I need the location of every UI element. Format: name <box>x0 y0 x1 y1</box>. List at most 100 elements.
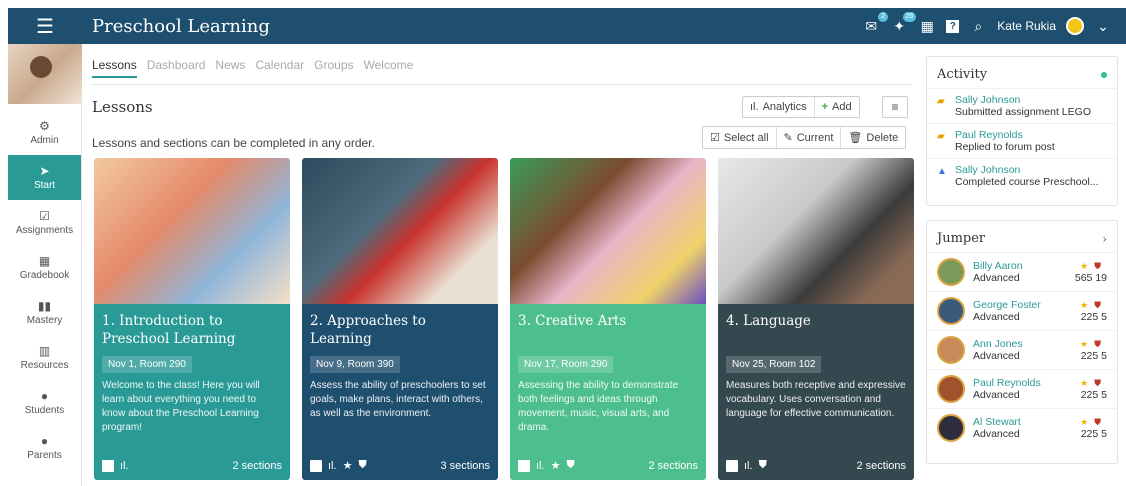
page-subtitle: Lessons and sections can be completed in… <box>92 136 375 150</box>
chevron-right-icon[interactable]: › <box>1102 232 1107 246</box>
sidebar-item-mastery[interactable]: ▮▮ Mastery <box>8 290 81 335</box>
select-all-button[interactable]: ☑ Select all <box>703 127 777 148</box>
lesson-footer: ıl. ★ ⛊ 2 sections <box>518 459 698 472</box>
lesson-card[interactable]: 3. Creative Arts Nov 17, Room 290 Assess… <box>510 158 706 480</box>
lesson-body: 4. Language Nov 25, Room 102 Measures bo… <box>718 304 914 480</box>
lesson-body: 2. Approaches to Learning Nov 9, Room 39… <box>302 304 498 480</box>
sidebar-item-admin[interactable]: ⚙ Admin <box>8 110 81 155</box>
star-shield-icons: ★⛊ <box>1080 377 1107 388</box>
current-button[interactable]: ✎ Current <box>777 127 842 148</box>
list-view-icon[interactable]: ≡ <box>882 96 908 118</box>
sidebar-item-gradebook[interactable]: ▦ Gradebook <box>8 245 81 290</box>
jumper-name[interactable]: George Foster <box>973 299 1080 311</box>
lesson-description: Assess the ability of preschoolers to se… <box>310 380 486 419</box>
sidebar-item-assignments[interactable]: ☑ Assignments <box>8 200 81 245</box>
current-label: Current <box>796 131 834 144</box>
jumper-badges: 5 <box>1101 388 1107 401</box>
jumper-badges: 19 <box>1095 271 1107 284</box>
activity-title: Activity <box>937 67 988 82</box>
bars-icon: ▮▮ <box>37 299 52 313</box>
lesson-checkbox[interactable] <box>518 459 530 472</box>
jumper-badges: 5 <box>1101 349 1107 362</box>
chevron-down-icon[interactable]: ⌄ <box>1094 18 1112 35</box>
calendar-icon[interactable]: ▦ <box>918 18 936 35</box>
activity-item[interactable]: ▲ Sally Johnson Completed course Preschoo… <box>927 158 1117 193</box>
lesson-body: 1. Introduction to Preschool Learning No… <box>94 304 290 480</box>
select-all-label: Select all <box>723 131 769 144</box>
notification-icon[interactable]: ✉ 2 <box>862 11 889 35</box>
lesson-card[interactable]: 4. Language Nov 25, Room 102 Measures bo… <box>718 158 914 480</box>
jumper-item[interactable]: George Foster Advanced ★⛊ 225 5 <box>927 291 1117 330</box>
lesson-date: Nov 9, Room 390 <box>310 356 400 373</box>
user-name[interactable]: Kate Rukia <box>997 19 1056 33</box>
jumper-item[interactable]: Paul Reynolds Advanced ★⛊ 225 5 <box>927 369 1117 408</box>
lesson-body: 3. Creative Arts Nov 17, Room 290 Assess… <box>510 304 706 480</box>
gear-icon: ⚙ <box>39 119 50 133</box>
user-avatar[interactable] <box>1066 17 1084 35</box>
jumper-item[interactable]: Al Stewart Advanced ★⛊ 225 5 <box>927 408 1117 447</box>
jumper-points: 225 <box>1080 310 1099 323</box>
lesson-card[interactable]: 2. Approaches to Learning Nov 9, Room 39… <box>302 158 498 480</box>
sidebar-item-parents[interactable]: ● Parents <box>8 425 81 470</box>
jumper-points: 225 <box>1080 349 1099 362</box>
jumper-name[interactable]: Ann Jones <box>973 338 1080 350</box>
analytics-button[interactable]: ıl. Analytics <box>743 97 815 117</box>
lesson-checkbox[interactable] <box>310 459 322 472</box>
search-icon[interactable]: ⌕ <box>969 18 987 35</box>
main-content: Lessons Dashboard News Calendar Groups W… <box>82 44 918 486</box>
pin-icon[interactable]: ✦ 26 <box>890 11 917 35</box>
lesson-checkbox[interactable] <box>726 459 738 472</box>
sidebar-item-label: Students <box>24 405 65 416</box>
sidebar-item-students[interactable]: ● Students <box>8 380 81 425</box>
sidebar-item-label: Start <box>33 180 56 191</box>
delete-button[interactable]: 🗑 Delete <box>841 127 905 148</box>
analytics-add-group: ıl. Analytics + Add <box>742 96 860 118</box>
avatar <box>937 336 965 364</box>
tab-lessons[interactable]: Lessons <box>92 58 137 78</box>
books-icon: ▥ <box>38 344 51 358</box>
add-button[interactable]: + Add <box>815 97 859 117</box>
jumper-name[interactable]: Paul Reynolds <box>973 377 1080 389</box>
jumper-name[interactable]: Al Stewart <box>973 416 1080 428</box>
activity-text: Completed course Preschool... <box>955 176 1099 188</box>
section-count: 2 sections <box>232 460 282 472</box>
tab-dashboard[interactable]: Dashboard <box>147 58 206 78</box>
sidebar: ⚙ Admin ➤ Start ☑ Assignments ▦ Gradeboo… <box>8 44 82 486</box>
activity-user[interactable]: Sally Johnson <box>955 94 1105 106</box>
jumper-title: Jumper <box>937 231 986 246</box>
trash-icon: 🗑 <box>848 132 863 144</box>
pin-icon: ✎ <box>783 132 793 144</box>
star-shield-icons: ★⛊ <box>1080 338 1107 349</box>
status-dot-icon <box>1101 71 1107 78</box>
avatar <box>937 375 965 403</box>
shield-icon: ⛊ <box>358 459 367 471</box>
activity-user[interactable]: Sally Johnson <box>955 164 1105 176</box>
tab-news[interactable]: News <box>215 58 245 78</box>
comment-icon: ▰ <box>937 96 945 107</box>
jumper-name[interactable]: Billy Aaron <box>973 260 1075 272</box>
lesson-card[interactable]: 1. Introduction to Preschool Learning No… <box>94 158 290 480</box>
tab-welcome[interactable]: Welcome <box>364 58 414 78</box>
delete-label: Delete <box>866 131 899 144</box>
lesson-checkbox[interactable] <box>102 460 114 472</box>
section-count: 2 sections <box>856 459 906 472</box>
top-bar: ☰ Preschool Learning ✉ 2 ✦ 26 ▦ ? ⌕ Kate R… <box>8 8 1126 44</box>
sidebar-item-start[interactable]: ➤ Start <box>8 155 81 200</box>
lesson-footer: ıl. ⛊ 2 sections <box>726 459 906 472</box>
hamburger-menu-icon[interactable]: ☰ <box>8 8 82 44</box>
jumper-item[interactable]: Ann Jones Advanced ★⛊ 225 5 <box>927 330 1117 369</box>
help-icon[interactable]: ? <box>946 19 960 33</box>
sidebar-item-label: Assignments <box>15 225 74 236</box>
star-shield-icons: ★⛊ <box>1080 299 1107 310</box>
comment-icon: ▰ <box>937 131 945 142</box>
activity-user[interactable]: Paul Reynolds <box>955 129 1105 141</box>
sidebar-item-resources[interactable]: ▥ Resources <box>8 335 81 380</box>
tab-calendar[interactable]: Calendar <box>255 58 304 78</box>
tab-groups[interactable]: Groups <box>314 58 353 78</box>
pin-badge: 26 <box>902 11 917 22</box>
jumper-item[interactable]: Billy Aaron Advanced ★⛊ 565 19 <box>927 252 1117 291</box>
star-shield-icons: ★⛊ <box>1080 260 1107 271</box>
activity-item[interactable]: ▰ Sally Johnson Submitted assignment LEGO <box>927 88 1117 123</box>
activity-item[interactable]: ▰ Paul Reynolds Replied to forum post <box>927 123 1117 158</box>
bars-icon: ıl. <box>750 101 759 113</box>
